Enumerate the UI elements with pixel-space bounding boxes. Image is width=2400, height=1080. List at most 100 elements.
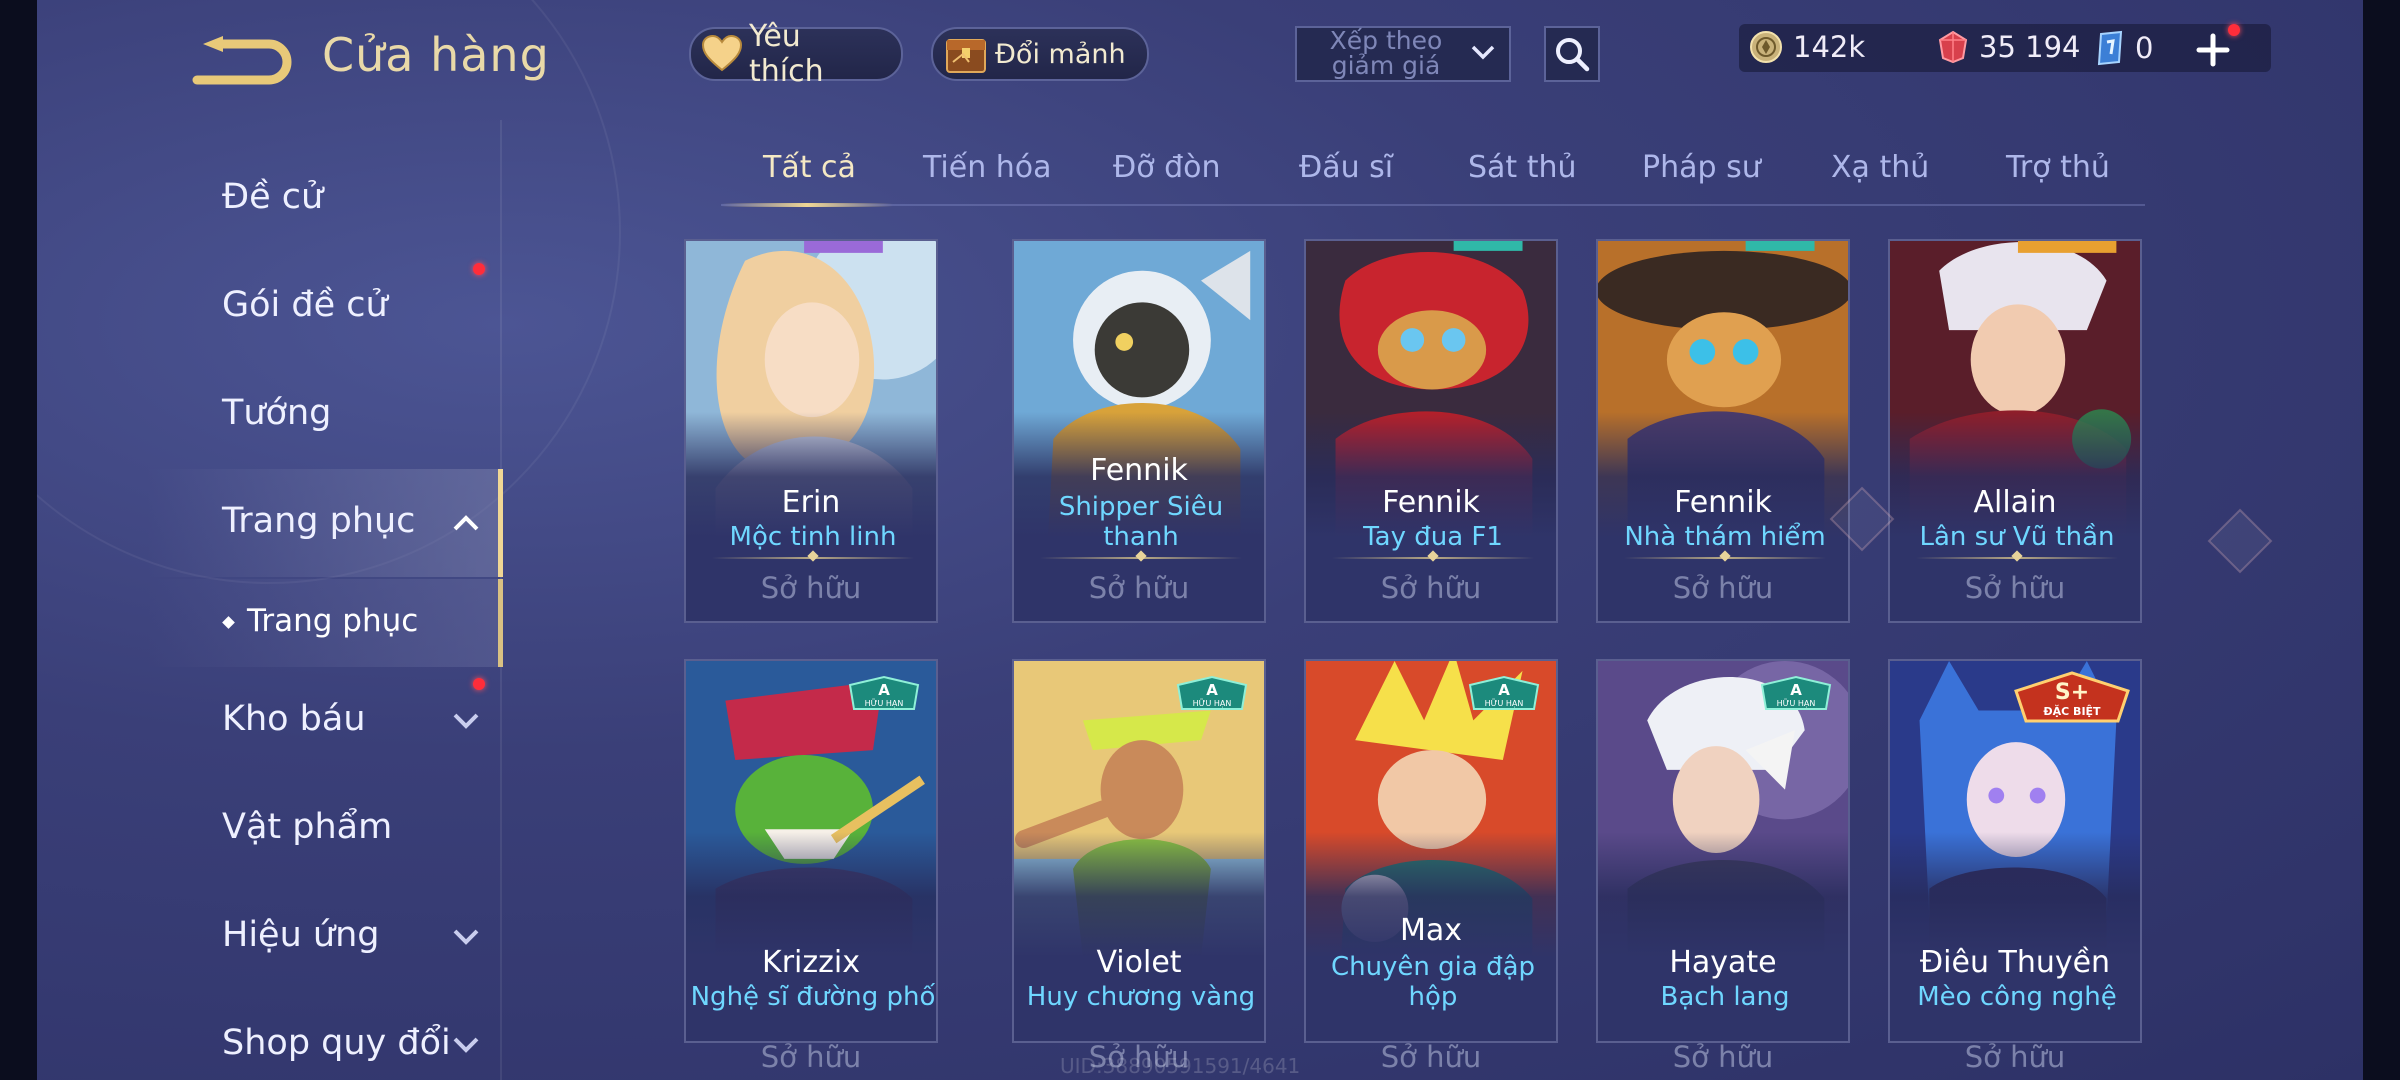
top-up-button[interactable] bbox=[2193, 30, 2233, 70]
card-divider bbox=[712, 557, 914, 559]
rank-letter: A bbox=[1498, 681, 1510, 699]
card-shade bbox=[1890, 241, 2140, 621]
chevron-down-icon bbox=[453, 1037, 479, 1053]
skin-name: Chuyên gia đập hộp bbox=[1330, 952, 1536, 1012]
hero-name: Hayate bbox=[1669, 945, 1777, 980]
skin-name: Huy chương vàng bbox=[1026, 982, 1256, 1012]
sidebar-item-items[interactable]: Vật phẩm bbox=[147, 775, 503, 883]
hero-name: Erin bbox=[781, 485, 841, 520]
hero-name: Fennik bbox=[1674, 485, 1772, 520]
back-arrow-icon bbox=[192, 36, 292, 85]
favorites-button[interactable]: Yêu thích bbox=[689, 19, 903, 89]
gold-coin-icon bbox=[1749, 30, 1783, 64]
rank-a-limited-badge: A HỮU HẠN bbox=[1468, 675, 1540, 710]
rank-letter: S+ bbox=[2055, 680, 2089, 705]
sort-dropdown[interactable]: Xếp theo giảm giá bbox=[1295, 26, 1511, 82]
rank-letter: A bbox=[878, 681, 890, 699]
sidebar-subitem-label: Trang phục bbox=[247, 603, 419, 639]
treasure-chest-icon bbox=[943, 32, 989, 76]
rank-letter: A bbox=[1790, 681, 1802, 699]
skin-card[interactable]: Allain Lân sư Vũ thần Sở hữu bbox=[1888, 239, 2142, 623]
skin-card[interactable]: Fennik Shipper Siêu thanh Sở hữu bbox=[1012, 239, 1266, 623]
card-shade bbox=[1598, 241, 1848, 621]
skin-card[interactable]: Fennik Nhà thám hiểm Sở hữu bbox=[1596, 239, 1850, 623]
card-shade bbox=[686, 241, 936, 621]
rank-s-plus-special-badge: S+ ĐẶC BIỆT bbox=[2014, 671, 2130, 723]
card-divider bbox=[1040, 557, 1242, 559]
skin-card[interactable]: S+ ĐẶC BIỆT Điêu Thuyền Mèo công nghệ bbox=[1888, 659, 2142, 1043]
sidebar-item-skins[interactable]: Trang phục bbox=[147, 469, 503, 577]
chevron-down-icon bbox=[1471, 45, 1495, 60]
hero-name: Điêu Thuyền bbox=[1919, 945, 2111, 980]
owned-status: Sở hữu bbox=[1088, 571, 1190, 605]
chevron-up-icon bbox=[453, 515, 479, 531]
tab-fighter[interactable]: Đấu sĩ bbox=[1299, 150, 1393, 185]
skin-card[interactable]: Erin Mộc tinh linh Sở hữu bbox=[684, 239, 938, 623]
search-button[interactable] bbox=[1544, 26, 1600, 82]
plus-icon bbox=[2196, 33, 2230, 67]
skin-name: Shipper Siêu thanh bbox=[1058, 492, 1224, 552]
tab-assassin[interactable]: Sát thủ bbox=[1468, 150, 1577, 185]
tab-tank[interactable]: Đỡ đòn bbox=[1113, 150, 1221, 185]
owned-status: Sở hữu bbox=[1380, 571, 1482, 605]
sidebar-subitem-skins[interactable]: Trang phục bbox=[147, 579, 503, 667]
sidebar-item-label: Vật phẩm bbox=[222, 807, 393, 847]
favorites-label: Yêu thích bbox=[749, 19, 824, 89]
sort-label: Xếp theo giảm giá bbox=[1329, 26, 1443, 80]
sidebar-item-exchange-shop[interactable]: Shop quy đổi bbox=[147, 991, 503, 1080]
rank-subtitle: HỮU HẠN bbox=[865, 697, 904, 709]
sidebar-item-label: Shop quy đổi bbox=[222, 1023, 451, 1063]
skin-card[interactable]: A HỮU HẠN Violet Huy chương vàng bbox=[1012, 659, 1266, 1043]
sidebar-item-recommended-bundles[interactable]: Gói đề cử bbox=[147, 253, 503, 361]
sidebar-item-heroes[interactable]: Tướng bbox=[147, 361, 503, 469]
sidebar-item-label: Hiệu ứng bbox=[222, 915, 380, 955]
exchange-shards-button[interactable]: Đổi mảnh bbox=[931, 27, 1149, 81]
sidebar-item-recommended[interactable]: Đề cử bbox=[147, 145, 503, 253]
tab-marksman[interactable]: Xạ thủ bbox=[1831, 150, 1929, 185]
chevron-down-icon bbox=[453, 929, 479, 945]
card-divider bbox=[1916, 557, 2118, 559]
tab-mage[interactable]: Pháp sư bbox=[1642, 150, 1761, 185]
card-shade bbox=[1306, 241, 1556, 621]
heart-icon bbox=[701, 34, 743, 74]
tab-support[interactable]: Trợ thủ bbox=[2006, 150, 2110, 185]
gold-balance: 142k bbox=[1749, 30, 1865, 64]
sidebar-item-treasure[interactable]: Kho báu bbox=[147, 667, 503, 775]
card-divider bbox=[1624, 557, 1826, 559]
role-tabs: Tất cả Tiến hóa Đỡ đòn Đấu sĩ Sát thủ Ph… bbox=[721, 140, 2145, 207]
skin-name: Tay đua F1 bbox=[1363, 522, 1503, 552]
treasure-notification-dot bbox=[473, 678, 485, 690]
rank-subtitle: HỮU HẠN bbox=[1485, 697, 1524, 709]
tab-evolution[interactable]: Tiến hóa bbox=[923, 150, 1052, 185]
skin-name: Nhà thám hiểm bbox=[1624, 522, 1826, 552]
hero-name: Fennik bbox=[1090, 453, 1188, 488]
rank-a-limited-badge: A HỮU HẠN bbox=[848, 675, 920, 710]
rank-a-limited-badge: A HỮU HẠN bbox=[1760, 675, 1832, 710]
page-title: Cửa hàng bbox=[322, 28, 550, 82]
card-shade bbox=[1014, 241, 1264, 621]
rank-a-limited-badge: A HỮU HẠN bbox=[1176, 675, 1248, 710]
sidebar-item-label: Tướng bbox=[222, 393, 332, 433]
skin-card[interactable]: A HỮU HẠN Max Chuyên gia đập hộp bbox=[1304, 659, 1558, 1043]
sidebar-item-label: Đề cử bbox=[222, 177, 324, 217]
tab-all[interactable]: Tất cả bbox=[763, 150, 856, 185]
skin-name: Mộc tinh linh bbox=[729, 522, 897, 552]
next-page-diamond-icon[interactable] bbox=[2205, 506, 2275, 576]
sidebar-item-effects[interactable]: Hiệu ứng bbox=[147, 883, 503, 991]
skin-card[interactable]: A HỮU HẠN Krizzix Nghệ sĩ đường phố bbox=[684, 659, 938, 1043]
skin-card[interactable]: Fennik Tay đua F1 Sở hữu bbox=[1304, 239, 1558, 623]
ticket-card-icon bbox=[2095, 30, 2125, 66]
hero-name: Max bbox=[1399, 913, 1463, 948]
card-divider bbox=[1332, 557, 1534, 559]
rank-subtitle: ĐẶC BIỆT bbox=[2043, 704, 2101, 718]
rank-letter: A bbox=[1206, 681, 1218, 699]
shop-screen: Cửa hàng Yêu thích Đổi mảnh Xếp theo giả… bbox=[37, 0, 2363, 1080]
back-button[interactable] bbox=[187, 30, 297, 90]
bullet-diamond-icon bbox=[222, 616, 235, 629]
gem-balance: 35 194 bbox=[1937, 30, 2080, 64]
owned-status: Sở hữu bbox=[1964, 571, 2066, 605]
chevron-down-icon bbox=[453, 713, 479, 729]
ruby-gem-icon bbox=[1937, 30, 1969, 64]
skin-card[interactable]: A HỮU HẠN Hayate Bạch lang bbox=[1596, 659, 1850, 1043]
skin-name: Lân sư Vũ thần bbox=[1919, 522, 2115, 552]
